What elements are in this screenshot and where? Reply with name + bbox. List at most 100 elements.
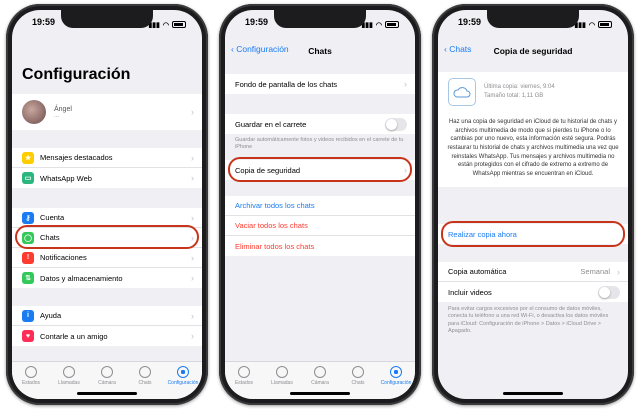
profile-row[interactable]: Ángel ... › xyxy=(12,94,202,130)
profile-group: Ángel ... › xyxy=(12,94,202,130)
battery-icon xyxy=(172,21,186,28)
row-help[interactable]: i Ayuda › xyxy=(12,306,202,326)
cloud-icon xyxy=(448,78,476,106)
battery-icon xyxy=(598,21,612,28)
data-arrows-icon: ⇅ xyxy=(22,272,34,284)
save-roll-note: Guardar automáticamente fotos y videos r… xyxy=(235,137,404,151)
settings-group-3: i Ayuda › ♥ Contarle a un amigo › xyxy=(12,306,202,346)
row-label: Vaciar todos los chats xyxy=(235,221,308,230)
row-auto-backup[interactable]: Copia automática Semanal › xyxy=(438,262,628,282)
tab-label: Configuración xyxy=(380,380,412,386)
backup-description: Haz una copia de seguridad en iCloud de … xyxy=(447,119,619,178)
status-time: 19:59 xyxy=(32,17,56,27)
backup-note: Para evitar cargos excesivos por el cons… xyxy=(448,306,609,335)
camera-icon xyxy=(101,366,113,378)
tab-settings[interactable]: Configuración xyxy=(166,366,200,399)
tab-status[interactable]: Estados xyxy=(14,366,48,399)
row-label: Notificaciones xyxy=(40,253,87,262)
chevron-right-icon: › xyxy=(404,165,407,175)
archive-all-button[interactable]: Archivar todos los chats xyxy=(225,196,415,216)
clear-all-button[interactable]: Vaciar todos los chats xyxy=(225,216,415,236)
chevron-right-icon: › xyxy=(191,273,194,283)
wallpaper-group: Fondo de pantalla de los chats › xyxy=(225,74,415,94)
row-label: Incluir videos xyxy=(448,287,492,297)
chevron-right-icon: › xyxy=(404,79,407,89)
tab-label: Configuración xyxy=(167,380,199,386)
phone-icon xyxy=(276,366,288,378)
chevron-right-icon: › xyxy=(191,252,194,263)
chevron-right-icon: › xyxy=(191,107,194,117)
row-tell-friend[interactable]: ♥ Contarle a un amigo › xyxy=(12,326,202,346)
backup-info-row: Última copia: viernes, 9:04 Tamaño total… xyxy=(438,72,628,112)
tab-label: Cámara xyxy=(98,380,116,386)
back-button[interactable]: ‹ Chats xyxy=(444,44,471,54)
back-label: Chats xyxy=(449,44,472,54)
camera-icon xyxy=(314,366,326,378)
phone-chats: 19:59 ▮▮▮ ◠ ‹ Configuración Chats Fondo d… xyxy=(219,4,421,405)
row-label: Guardar en el carrete xyxy=(235,119,307,129)
row-label: Copia automática xyxy=(448,267,507,276)
row-label: Contarle a un amigo xyxy=(40,331,108,341)
row-whatsapp-web[interactable]: ▭ WhatsApp Web › xyxy=(12,168,202,188)
tab-label: Llamadas xyxy=(58,380,80,386)
row-wallpaper[interactable]: Fondo de pantalla de los chats › xyxy=(225,74,415,94)
laptop-icon: ▭ xyxy=(22,172,34,184)
chat-actions-group: Archivar todos los chats Vaciar todos lo… xyxy=(225,196,415,256)
row-label: Chats xyxy=(40,233,60,242)
save-roll-group: Guardar en el carrete xyxy=(225,114,415,134)
chat-icon xyxy=(139,366,151,378)
tab-status[interactable]: Estados xyxy=(227,366,261,399)
home-indicator xyxy=(290,392,350,395)
back-button[interactable]: ‹ Configuración xyxy=(231,44,289,54)
row-label: Archivar todos los chats xyxy=(235,201,315,210)
row-chats[interactable]: ◯ Chats › xyxy=(12,228,202,248)
notch xyxy=(274,10,366,28)
notch xyxy=(487,10,579,28)
back-label: Configuración xyxy=(236,44,289,54)
last-backup: Última copia: viernes, 9:04 xyxy=(484,84,555,90)
row-label: Datos y almacenamiento xyxy=(40,273,123,283)
row-account[interactable]: ⚷ Cuenta › xyxy=(12,208,202,228)
row-label: Eliminar todos los chats xyxy=(235,241,315,251)
row-include-videos[interactable]: Incluir videos xyxy=(438,282,628,302)
include-videos-toggle[interactable] xyxy=(598,285,620,299)
delete-all-button[interactable]: Eliminar todos los chats xyxy=(225,236,415,256)
chevron-right-icon: › xyxy=(191,232,194,243)
whatsapp-icon: ◯ xyxy=(22,231,34,244)
chevron-right-icon: › xyxy=(191,212,194,223)
total-size: Tamaño total: 1,11 GB xyxy=(484,93,544,99)
row-starred-messages[interactable]: ★ Mensajes destacados › xyxy=(12,148,202,168)
row-save-to-roll[interactable]: Guardar en el carrete xyxy=(225,114,415,134)
row-label: Fondo de pantalla de los chats xyxy=(235,79,338,89)
row-backup[interactable]: Copia de seguridad › xyxy=(225,160,415,180)
avatar xyxy=(22,100,46,124)
auto-backup-value: Semanal xyxy=(580,267,610,276)
phone-settings: 19:59 ▮▮▮ ◠ Configuración Ángel ... › ★ M… xyxy=(6,4,208,405)
chevron-right-icon: › xyxy=(617,266,620,277)
backup-info-group: Última copia: viernes, 9:04 Tamaño total… xyxy=(438,72,628,187)
chat-icon xyxy=(352,366,364,378)
nav-bar: ‹ Configuración Chats xyxy=(225,40,415,62)
status-icon xyxy=(238,366,250,378)
wifi-icon: ◠ xyxy=(162,21,169,29)
nav-title: Chats xyxy=(308,46,332,56)
tab-label: Llamadas xyxy=(271,380,293,386)
row-notifications[interactable]: ! Notificaciones › xyxy=(12,248,202,268)
chevron-right-icon: › xyxy=(191,173,194,183)
battery-icon xyxy=(385,21,399,28)
key-icon: ⚷ xyxy=(22,211,34,224)
status-time: 19:59 xyxy=(245,17,269,27)
settings-group-2: ⚷ Cuenta › ◯ Chats › ! Notificaciones › … xyxy=(12,208,202,288)
nav-title: Copia de seguridad xyxy=(493,46,573,56)
row-label: WhatsApp Web xyxy=(40,173,92,183)
chevron-right-icon: › xyxy=(191,331,194,341)
star-icon: ★ xyxy=(22,151,34,164)
save-to-roll-toggle[interactable] xyxy=(385,117,407,131)
backup-now-button[interactable]: Realizar copia ahora xyxy=(438,224,628,244)
row-label: Copia de seguridad xyxy=(235,165,301,175)
tab-settings[interactable]: Configuración xyxy=(379,366,413,399)
row-data-storage[interactable]: ⇅ Datos y almacenamiento › xyxy=(12,268,202,288)
settings-group-1: ★ Mensajes destacados › ▭ WhatsApp Web › xyxy=(12,148,202,188)
tab-label: Estados xyxy=(234,380,254,386)
nav-bar: ‹ Chats Copia de seguridad xyxy=(438,40,628,62)
